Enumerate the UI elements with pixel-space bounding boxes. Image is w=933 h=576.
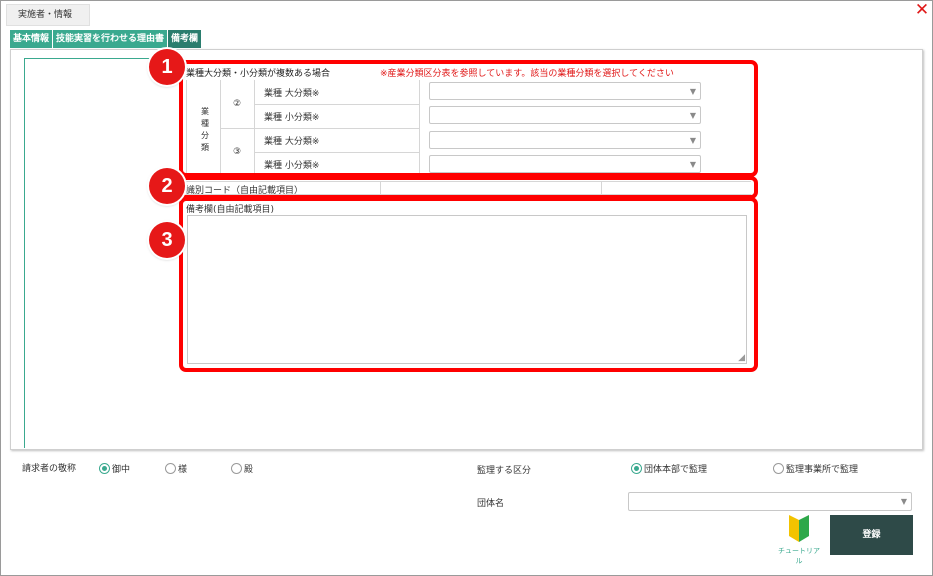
radio-icon [231, 463, 242, 474]
billing-radio-sama[interactable]: 様 [165, 462, 187, 475]
close-icon[interactable]: ✕ [913, 1, 931, 19]
supervision-label: 監理する区分 [477, 466, 532, 476]
marker-1: 1 [149, 49, 185, 85]
industry-section-title: 業種大分類・小分類が複数ある場合 [186, 69, 331, 79]
remarks-textarea[interactable]: ◢ [187, 215, 747, 364]
tab-remarks[interactable]: 備考欄 [168, 30, 202, 48]
supervision-radio-office[interactable]: 監理事業所で監理 [773, 462, 858, 475]
chevron-down-icon: ▼ [689, 87, 696, 96]
major-class-label: 業種 大分類※ [264, 137, 320, 147]
billing-radio-dono[interactable]: 殿 [231, 462, 253, 475]
remarks-label: 備考欄(自由記載項目) [186, 205, 275, 215]
left-divider [24, 58, 25, 448]
window-title: 実施者・情報 [6, 4, 90, 26]
minor-class-select-3[interactable]: ▼ [429, 155, 701, 173]
radio-icon [773, 463, 784, 474]
tab-bar: 基本情報 技能実習を行わせる理由書 備考欄 [10, 30, 202, 48]
identification-code-row: 識別コード（自由記載項目） [186, 181, 751, 196]
minor-class-label: 業種 小分類※ [264, 113, 320, 123]
identification-code-label: 識別コード（自由記載項目） [186, 186, 304, 196]
minor-class-label: 業種 小分類※ [264, 161, 320, 171]
industry-group-label: 業 種 分 類 [201, 107, 209, 152]
resize-handle-icon[interactable]: ◢ [738, 354, 745, 363]
register-button[interactable]: 登録 [830, 515, 913, 555]
supervision-radio-hq[interactable]: 団体本部で監理 [631, 462, 707, 475]
group-number: ③ [233, 147, 242, 157]
chevron-down-icon: ▼ [900, 497, 907, 506]
tutorial-button[interactable]: チュートリアル [777, 514, 821, 565]
radio-selected-icon [99, 463, 110, 474]
minor-class-select-2[interactable]: ▼ [429, 106, 701, 124]
chevron-down-icon: ▼ [689, 111, 696, 120]
marker-2: 2 [149, 168, 185, 204]
org-name-select[interactable]: ▼ [628, 492, 912, 511]
radio-icon [165, 463, 176, 474]
beginner-mark-icon [789, 515, 809, 542]
billing-radio-onchu[interactable]: 御中 [99, 462, 130, 475]
org-name-label: 団体名 [477, 499, 505, 509]
billing-title-label: 請求者の敬称 [22, 464, 77, 474]
tutorial-label: チュートリアル [778, 547, 820, 565]
tab-basic-info[interactable]: 基本情報 [10, 30, 53, 48]
industry-section-note: ※産業分類区分表を参照しています。該当の業種分類を選択してください [380, 69, 674, 79]
major-class-select-3[interactable]: ▼ [429, 131, 701, 149]
radio-selected-icon [631, 463, 642, 474]
tab-reason-document[interactable]: 技能実習を行わせる理由書 [53, 30, 168, 48]
major-class-select-2[interactable]: ▼ [429, 82, 701, 100]
group-number: ② [233, 99, 242, 109]
chevron-down-icon: ▼ [689, 136, 696, 145]
chevron-down-icon: ▼ [689, 160, 696, 169]
marker-3: 3 [149, 222, 185, 258]
major-class-label: 業種 大分類※ [264, 89, 320, 99]
